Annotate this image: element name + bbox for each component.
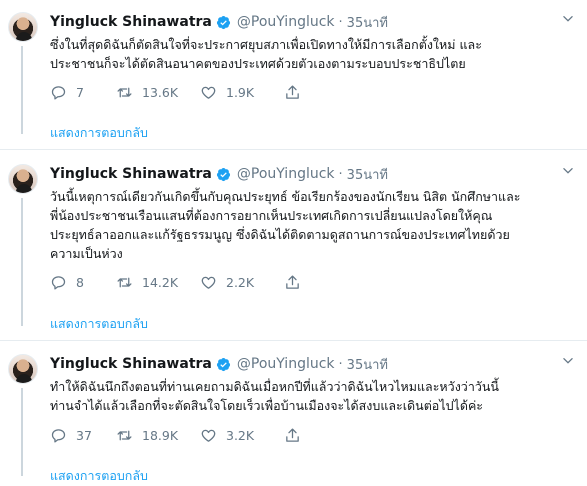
reply-icon	[51, 428, 66, 443]
like-count: 2.2K	[226, 274, 255, 290]
author-handle[interactable]: @PouYingluck	[237, 166, 335, 182]
author-name[interactable]: Yingluck Shinawatra	[50, 14, 212, 30]
reply-count: 8	[76, 274, 84, 290]
tweet-text: ซึ่งในที่สุดดิฉันก็ตัดสินใจที่จะประกาศยุ…	[50, 37, 482, 71]
like-button[interactable]: 1.9K	[200, 84, 284, 101]
share-button[interactable]	[284, 84, 301, 101]
chevron-down-icon[interactable]	[561, 164, 575, 178]
reply-button[interactable]: 37	[50, 427, 116, 444]
tweet-header: Yingluck Shinawatra @PouYingluck · 35นาท…	[50, 164, 388, 184]
author-name[interactable]: Yingluck Shinawatra	[50, 166, 212, 182]
reply-count: 7	[76, 84, 84, 100]
author-handle[interactable]: @PouYingluck	[237, 356, 335, 372]
separator-dot: ·	[338, 356, 343, 372]
share-icon	[286, 274, 299, 289]
thread-connector	[21, 388, 23, 476]
heart-icon	[201, 86, 216, 99]
timestamp[interactable]: 35นาที	[347, 354, 388, 375]
reply-button[interactable]: 7	[50, 84, 116, 101]
retweet-button[interactable]: 13.6K	[116, 84, 200, 101]
tweet-header: Yingluck Shinawatra @PouYingluck · 35นาท…	[50, 12, 388, 32]
heart-icon	[201, 429, 216, 442]
retweet-button[interactable]: 18.9K	[116, 427, 200, 444]
avatar[interactable]	[8, 354, 38, 384]
heart-icon	[201, 276, 216, 289]
author-handle[interactable]: @PouYingluck	[237, 14, 335, 30]
show-replies-link[interactable]: แสดงการตอบกลับ	[50, 466, 148, 486]
verified-badge-icon	[216, 357, 230, 371]
separator-dot: ·	[338, 166, 343, 182]
retweet-icon	[117, 277, 132, 287]
divider	[0, 340, 587, 341]
retweet-icon	[117, 87, 132, 97]
divider	[0, 149, 587, 150]
like-button[interactable]: 2.2K	[200, 274, 284, 291]
thread-connector	[21, 46, 23, 134]
share-button[interactable]	[284, 427, 301, 444]
tweet-thread: Yingluck Shinawatra @PouYingluck · 35นาท…	[0, 0, 587, 486]
tweet-text: วันนี้เหตุการณ์เดียวกันเกิดขึ้นกับคุณประ…	[50, 189, 521, 261]
like-count: 3.2K	[226, 427, 255, 443]
show-replies-link[interactable]: แสดงการตอบกลับ	[50, 123, 148, 143]
retweet-icon	[117, 430, 132, 440]
share-icon	[286, 427, 299, 442]
reply-icon	[51, 85, 66, 100]
show-replies-link[interactable]: แสดงการตอบกลับ	[50, 314, 148, 334]
tweet-text: ทำให้ดิฉันนึกถึงตอนที่ท่านเคยถามดิฉันเมื…	[50, 379, 499, 413]
tweet-header: Yingluck Shinawatra @PouYingluck · 35นาท…	[50, 354, 388, 374]
tweet-actions: 8 14.2K 2.2K	[50, 272, 301, 292]
retweet-count: 14.2K	[142, 274, 179, 290]
reply-count: 37	[76, 427, 92, 443]
reply-button[interactable]: 8	[50, 274, 116, 291]
separator-dot: ·	[338, 14, 343, 30]
avatar[interactable]	[8, 164, 38, 194]
timestamp[interactable]: 35นาที	[347, 164, 388, 185]
thread-connector	[21, 198, 23, 326]
verified-badge-icon	[216, 15, 230, 29]
verified-badge-icon	[216, 167, 230, 181]
retweet-count: 13.6K	[142, 84, 179, 100]
share-button[interactable]	[284, 274, 301, 291]
like-count: 1.9K	[226, 84, 255, 100]
tweet-actions: 37 18.9K 3.2K	[50, 425, 301, 445]
retweet-button[interactable]: 14.2K	[116, 274, 200, 291]
timestamp[interactable]: 35นาที	[347, 12, 388, 33]
retweet-count: 18.9K	[142, 427, 179, 443]
chevron-down-icon[interactable]	[561, 12, 575, 26]
reply-icon	[51, 275, 66, 290]
avatar[interactable]	[8, 12, 38, 42]
author-name[interactable]: Yingluck Shinawatra	[50, 356, 212, 372]
like-button[interactable]: 3.2K	[200, 427, 284, 444]
tweet-actions: 7 13.6K 1.9K	[50, 82, 301, 102]
share-icon	[286, 84, 299, 99]
chevron-down-icon[interactable]	[561, 354, 575, 368]
